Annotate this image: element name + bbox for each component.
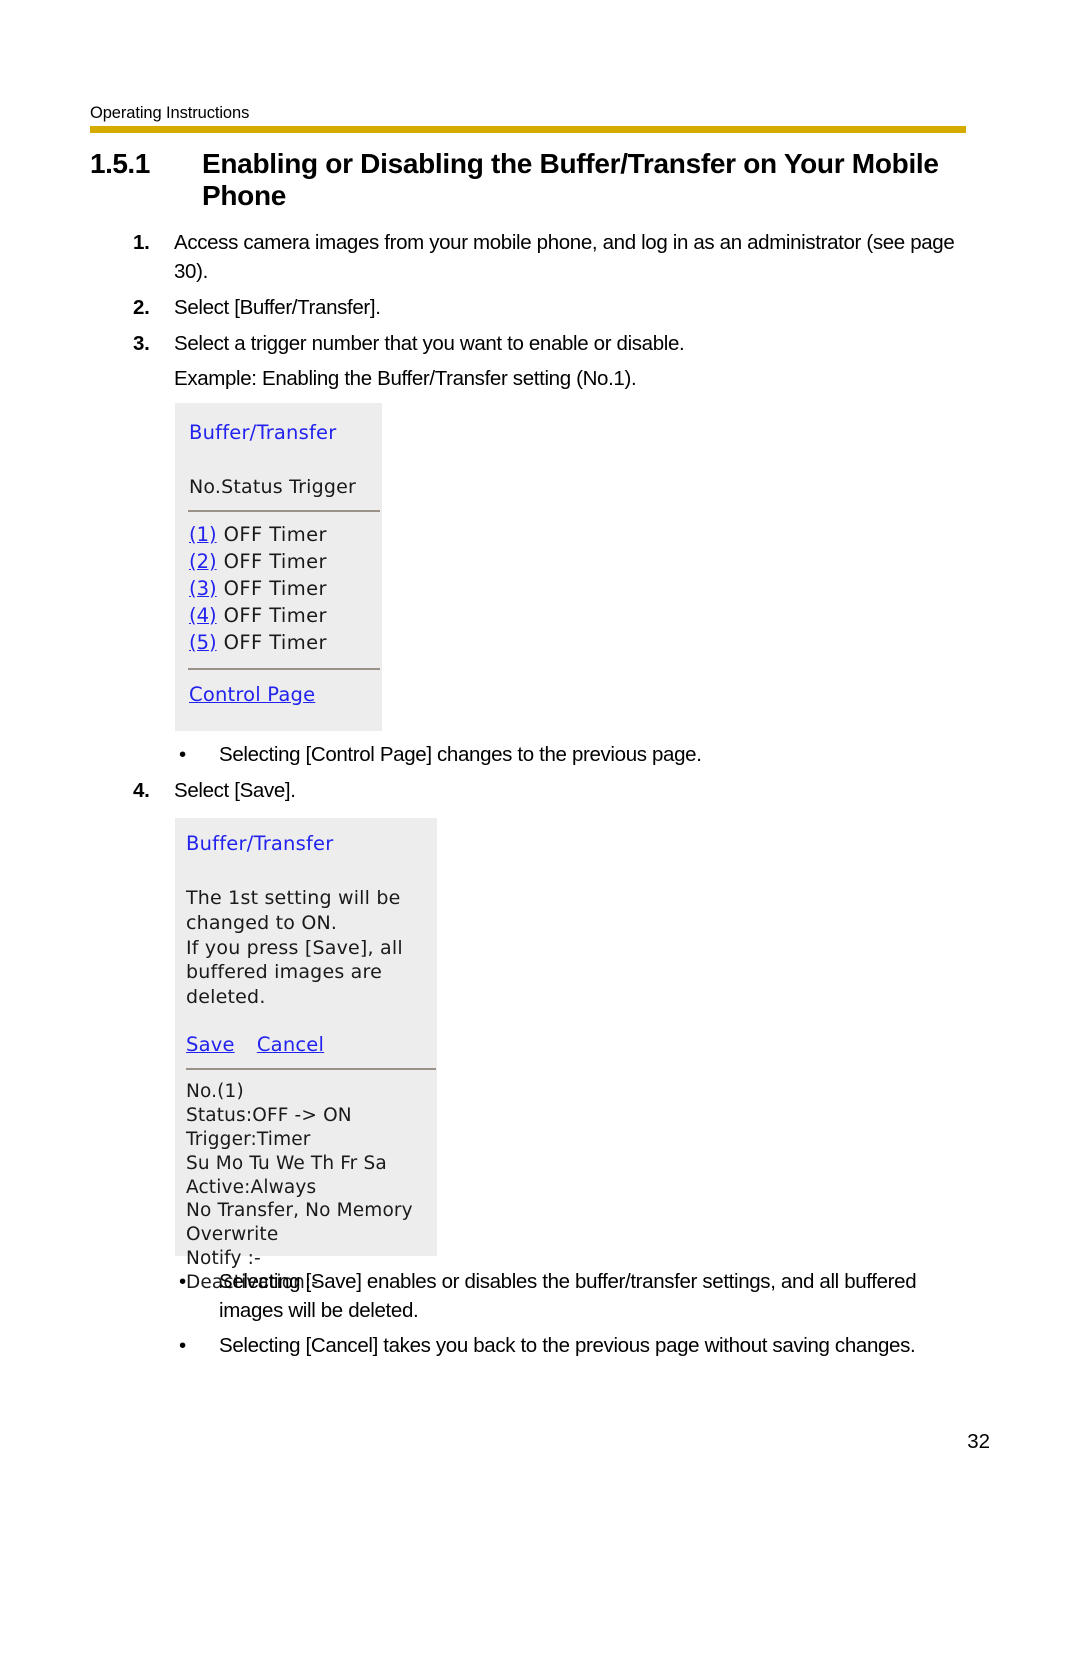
bullet-text: Selecting [Cancel] takes you back to the…: [219, 1334, 916, 1358]
note-list-save-cancel: • Selecting [Save] enables or disables t…: [175, 1267, 975, 1366]
instruction-step-four: 4. Select [Save].: [133, 776, 968, 812]
trigger-row: (3) OFF Timer: [189, 576, 382, 603]
bullet-marker: •: [179, 743, 187, 766]
bullet-item: • Selecting [Cancel] takes you back to t…: [175, 1331, 975, 1360]
step-example-text: Example: Enabling the Buffer/Transfer se…: [174, 367, 637, 391]
trigger-status-trigger: OFF Timer: [223, 630, 327, 654]
running-header: Operating Instructions: [90, 104, 250, 122]
cancel-link[interactable]: Cancel: [257, 1033, 324, 1056]
page-title: 1.5.1 Enabling or Disabling the Buffer/T…: [90, 148, 966, 213]
save-link[interactable]: Save: [186, 1033, 235, 1056]
detail-line: Trigger:Timer: [186, 1128, 311, 1150]
trigger-row: (4) OFF Timer: [189, 603, 382, 630]
page-number: 32: [967, 1430, 990, 1453]
step-number: 1.: [133, 231, 150, 254]
bullet-marker: •: [179, 1270, 187, 1293]
bullet-text: Selecting [Save] enables or disables the…: [219, 1270, 917, 1323]
trigger-index-link[interactable]: (1): [189, 522, 217, 549]
step-text: Select [Save].: [174, 779, 296, 802]
bullet-item: • Selecting [Control Page] changes to th…: [175, 740, 975, 769]
phone-screen-buffer-transfer-confirm: Buffer/Transfer The 1st setting will be …: [175, 818, 437, 1293]
confirm-message-line: changed to ON.: [186, 912, 338, 935]
detail-line: Status:OFF -> ON: [186, 1105, 352, 1127]
trigger-index-link[interactable]: (5): [189, 630, 217, 657]
step-text: Access camera images from your mobile ph…: [174, 231, 955, 284]
trigger-status-trigger: OFF Timer: [223, 549, 327, 573]
step-number: 4.: [133, 779, 150, 802]
document-page: Operating Instructions 1.5.1 Enabling or…: [0, 0, 1080, 1669]
bullet-item: • Selecting [Save] enables or disables t…: [175, 1267, 975, 1325]
trigger-row: (1) OFF Timer: [189, 522, 382, 549]
confirm-actions: Save Cancel: [186, 1032, 437, 1057]
step-number: 3.: [133, 332, 150, 356]
trigger-index-link[interactable]: (4): [189, 603, 217, 630]
detail-line: No.(1): [186, 1081, 244, 1103]
instruction-steps: 1. Access camera images from your mobile…: [133, 228, 968, 401]
bullet-marker: •: [179, 1334, 187, 1358]
note-list-control-page: • Selecting [Control Page] changes to th…: [175, 740, 975, 775]
trigger-index-link[interactable]: (2): [189, 549, 217, 576]
detail-line: No Transfer, No Memory: [186, 1200, 413, 1222]
confirm-message-line: The 1st setting will be: [186, 887, 401, 910]
confirm-message-line: If you press [Save], all: [186, 936, 403, 959]
section-number: 1.5.1: [90, 148, 150, 179]
capture-title: Buffer/Transfer: [186, 832, 334, 855]
capture-table-header: No.Status Trigger: [189, 476, 357, 499]
step-text: Select [Buffer/Transfer].: [174, 296, 381, 320]
confirm-message-line: buffered images are deleted.: [186, 961, 382, 1009]
trigger-row: (5) OFF Timer: [189, 630, 382, 657]
step-number: 2.: [133, 296, 150, 320]
phone-screen-buffer-transfer-list: Buffer/Transfer No.Status Trigger (1) OF…: [175, 403, 382, 731]
step-item: 1. Access camera images from your mobile…: [133, 228, 968, 286]
step-item: 4. Select [Save].: [133, 776, 968, 805]
bullet-text: Selecting [Control Page] changes to the …: [219, 743, 702, 766]
step-item: 2. Select [Buffer/Transfer].: [133, 293, 968, 322]
detail-line: Active:Always: [186, 1176, 317, 1198]
header-accent-rule: [90, 126, 966, 133]
trigger-status-trigger: OFF Timer: [223, 523, 327, 547]
step-text: Select a trigger number that you want to…: [174, 332, 685, 356]
step-text-group: Select a trigger number that you want to…: [174, 329, 685, 393]
trigger-status-trigger: OFF Timer: [223, 576, 327, 600]
detail-line: Su Mo Tu We Th Fr Sa: [186, 1152, 387, 1174]
trigger-row: (2) OFF Timer: [189, 549, 382, 576]
capture-title: Buffer/Transfer: [189, 421, 337, 444]
trigger-status-trigger: OFF Timer: [223, 603, 327, 627]
step-item: 3. Select a trigger number that you want…: [133, 329, 968, 393]
section-title: Enabling or Disabling the Buffer/Transfe…: [202, 148, 939, 212]
detail-line: Overwrite: [186, 1224, 279, 1246]
control-page-link[interactable]: Control Page: [189, 683, 315, 706]
trigger-index-link[interactable]: (3): [189, 576, 217, 603]
